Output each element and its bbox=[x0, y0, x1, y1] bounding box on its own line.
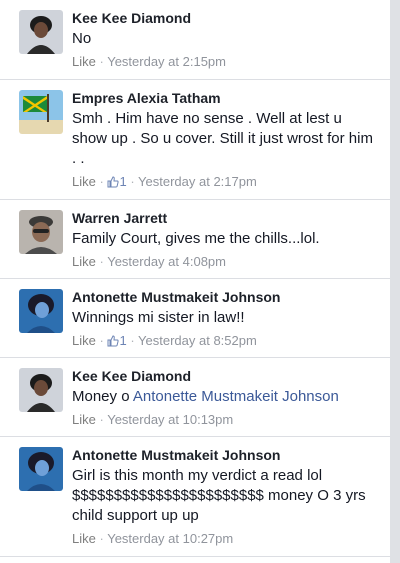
avatar[interactable] bbox=[19, 210, 63, 254]
like-button[interactable]: Like bbox=[72, 254, 96, 269]
comment-meta: Like · 1 · Yesterday at 8:52pm bbox=[72, 332, 378, 350]
avatar[interactable] bbox=[19, 368, 63, 412]
avatar[interactable] bbox=[19, 10, 63, 54]
comment-item: Kee Kee Diamond No Like · Yesterday at 2… bbox=[0, 0, 390, 80]
comment-meta: Like · Yesterday at 2:15pm bbox=[72, 53, 378, 71]
avatar[interactable] bbox=[19, 289, 63, 333]
comment-author[interactable]: Kee Kee Diamond bbox=[72, 9, 378, 27]
mention-link[interactable]: Antonette Mustmakeit Johnson bbox=[133, 388, 339, 405]
separator: · bbox=[99, 412, 104, 427]
timestamp[interactable]: Yesterday at 2:15pm bbox=[107, 54, 226, 69]
comment-item: Antonette Mustmakeit Johnson Winnings mi… bbox=[0, 279, 390, 358]
comment-text: Family Court, gives me the chills...lol. bbox=[72, 230, 320, 247]
avatar-photo-woman bbox=[19, 10, 63, 54]
like-count[interactable]: 1 bbox=[107, 174, 130, 189]
comment-meta: Like · Yesterday at 10:13pm bbox=[72, 411, 378, 429]
comment-text: Girl is this month my verdict a read lol… bbox=[72, 467, 366, 524]
separator: · bbox=[99, 174, 104, 189]
like-button[interactable]: Like bbox=[72, 54, 96, 69]
separator: · bbox=[99, 54, 104, 69]
comment-text: Smh . Him have no sense . Well at lest u… bbox=[72, 110, 373, 167]
separator: · bbox=[130, 333, 135, 348]
comment-text: Money o Antonette Mustmakeit Johnson bbox=[72, 388, 339, 405]
like-button[interactable]: Like bbox=[72, 531, 96, 546]
timestamp[interactable]: Yesterday at 10:27pm bbox=[107, 531, 233, 546]
separator: · bbox=[99, 333, 104, 348]
timestamp[interactable]: Yesterday at 2:17pm bbox=[138, 174, 257, 189]
timestamp[interactable]: Yesterday at 8:52pm bbox=[138, 333, 257, 348]
like-button[interactable]: Like bbox=[72, 412, 96, 427]
comment-author[interactable]: Antonette Mustmakeit Johnson bbox=[72, 288, 378, 306]
comment-item: Empres Alexia Tatham Smh . Him have no s… bbox=[0, 80, 390, 200]
comment-author[interactable]: Antonette Mustmakeit Johnson bbox=[72, 446, 378, 464]
separator: · bbox=[130, 174, 135, 189]
comment-text: No bbox=[72, 30, 92, 47]
comment-meta: Like · 1 · Yesterday at 2:17pm bbox=[72, 173, 378, 191]
scroll-edge bbox=[390, 0, 400, 563]
comment-list: Kee Kee Diamond No Like · Yesterday at 2… bbox=[0, 0, 391, 563]
comment-author[interactable]: Kee Kee Diamond bbox=[72, 367, 378, 385]
timestamp[interactable]: Yesterday at 10:13pm bbox=[107, 412, 233, 427]
avatar[interactable] bbox=[19, 447, 63, 491]
comment-author[interactable]: Empres Alexia Tatham bbox=[72, 89, 378, 107]
comment-item: Kee Kee Diamond Money o Antonette Mustma… bbox=[0, 358, 390, 437]
avatar-photo-beach-flag bbox=[19, 90, 63, 134]
separator: · bbox=[99, 531, 104, 546]
comment-author[interactable]: Warren Jarrett bbox=[72, 209, 378, 227]
avatar-photo-woman-blue bbox=[19, 447, 63, 491]
comment-meta: Like · Yesterday at 4:08pm bbox=[72, 253, 378, 271]
avatar[interactable] bbox=[19, 90, 63, 134]
like-count[interactable]: 1 bbox=[107, 333, 130, 348]
avatar-photo-woman-blue bbox=[19, 289, 63, 333]
comment-item: Antonette Mustmakeit Johnson Girl is thi… bbox=[0, 437, 390, 557]
comment-text: Winnings mi sister in law!! bbox=[72, 309, 245, 326]
thumbs-up-icon bbox=[107, 176, 120, 188]
separator: · bbox=[99, 254, 104, 269]
like-button[interactable]: Like bbox=[72, 174, 96, 189]
comment-item: Warren Jarrett Family Court, gives me th… bbox=[0, 200, 390, 279]
avatar-photo-man bbox=[19, 210, 63, 254]
like-button[interactable]: Like bbox=[72, 333, 96, 348]
comment-meta: Like · Yesterday at 10:27pm bbox=[72, 530, 378, 548]
thumbs-up-icon bbox=[107, 335, 120, 347]
avatar-photo-woman bbox=[19, 368, 63, 412]
timestamp[interactable]: Yesterday at 4:08pm bbox=[107, 254, 226, 269]
